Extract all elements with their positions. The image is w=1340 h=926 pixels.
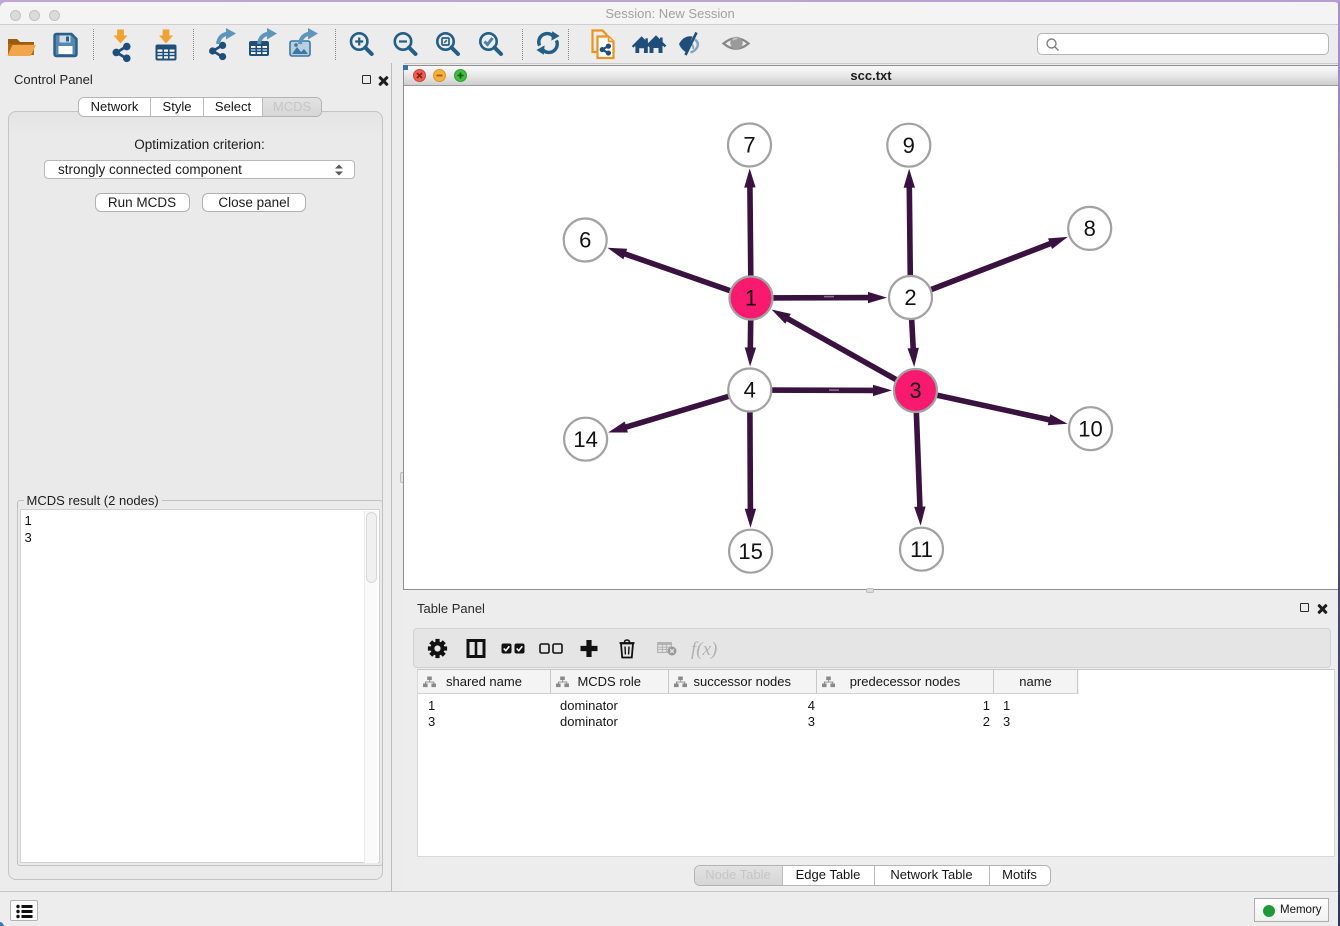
svg-text:4: 4 — [744, 378, 756, 403]
svg-text:10: 10 — [1078, 416, 1102, 441]
svg-text:f(x): f(x) — [691, 639, 717, 660]
svg-text:9: 9 — [903, 133, 915, 158]
svg-text:7: 7 — [743, 133, 755, 158]
svg-text:2: 2 — [904, 285, 916, 310]
svg-text:11: 11 — [910, 537, 933, 562]
svg-text:6: 6 — [579, 228, 591, 253]
svg-text:3: 3 — [909, 378, 921, 403]
svg-text:1: 1 — [745, 286, 757, 311]
svg-text:14: 14 — [573, 427, 597, 452]
svg-text:8: 8 — [1084, 216, 1096, 241]
svg-text:15: 15 — [738, 539, 762, 564]
